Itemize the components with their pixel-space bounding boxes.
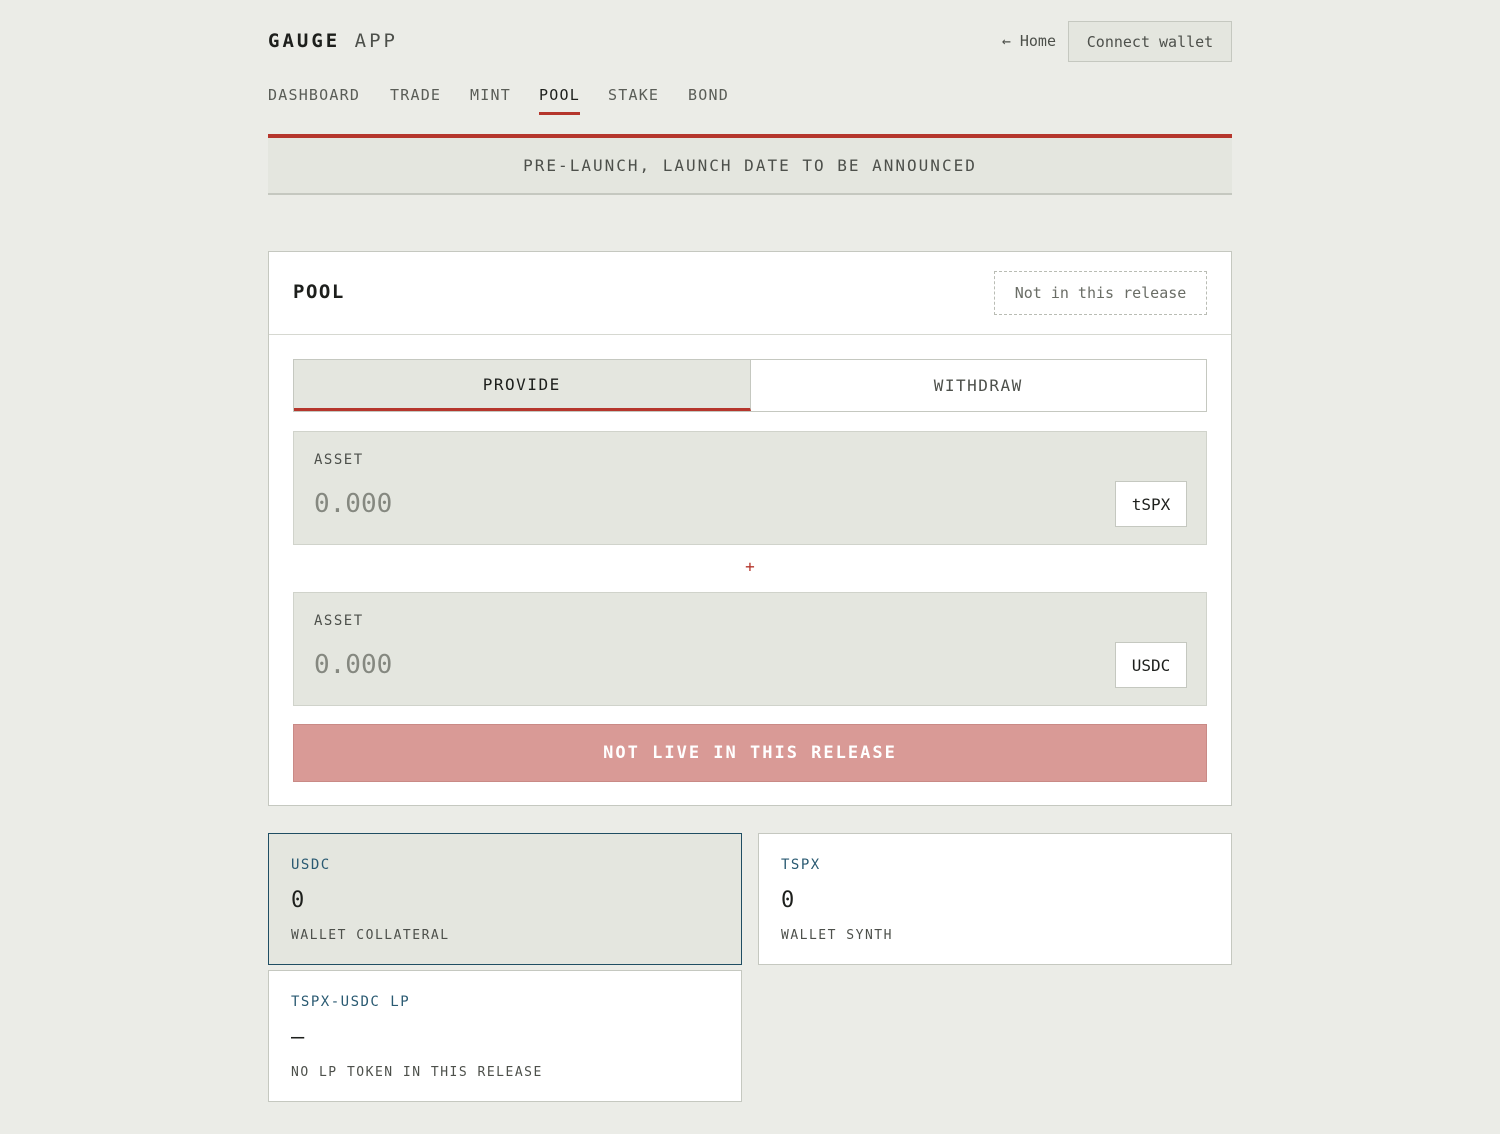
asset-input-box-tspx: ASSET tSPX xyxy=(293,431,1207,545)
header: GAUGE APP ← Home Connect wallet xyxy=(268,21,1232,62)
balance-caption: WALLET COLLATERAL xyxy=(291,928,450,943)
home-link[interactable]: ← Home xyxy=(1002,32,1056,50)
asset-amount-input-usdc[interactable] xyxy=(314,647,1014,683)
pool-tabs: PROVIDE WITHDRAW xyxy=(293,359,1207,412)
balance-caption: WALLET SYNTH xyxy=(781,928,893,943)
pool-card: POOL Not in this release PROVIDE WITHDRA… xyxy=(268,251,1232,806)
balance-symbol: TSPX xyxy=(781,857,821,873)
nav-item-trade[interactable]: TRADE xyxy=(390,86,441,112)
balance-symbol: USDC xyxy=(291,857,331,873)
provide-liquidity-button[interactable]: NOT LIVE IN THIS RELEASE xyxy=(293,724,1207,782)
banner-text: PRE-LAUNCH, LAUNCH DATE TO BE ANNOUNCED xyxy=(523,156,977,175)
release-status-badge: Not in this release xyxy=(994,271,1207,315)
tab-withdraw[interactable]: WITHDRAW xyxy=(750,360,1206,411)
token-select-button-tspx[interactable]: tSPX xyxy=(1115,481,1187,527)
balance-card-tspx[interactable]: TSPX 0 WALLET SYNTH xyxy=(758,833,1232,965)
balance-symbol: TSPX-USDC LP xyxy=(291,994,411,1010)
pool-card-header: POOL Not in this release xyxy=(269,252,1231,335)
nav-item-bond[interactable]: BOND xyxy=(688,86,729,112)
pool-title: POOL xyxy=(293,281,345,303)
nav-item-pool[interactable]: POOL xyxy=(539,86,580,115)
asset-input-box-usdc: ASSET USDC xyxy=(293,592,1207,706)
brand-name: GAUGE xyxy=(268,30,341,52)
asset-amount-input-tspx[interactable] xyxy=(314,486,1014,522)
connect-wallet-button[interactable]: Connect wallet xyxy=(1068,21,1232,62)
balance-value: 0 xyxy=(781,888,795,913)
balance-value: — xyxy=(291,1025,305,1050)
brand-logo: GAUGE APP xyxy=(268,30,398,52)
nav-item-dashboard[interactable]: DASHBOARD xyxy=(268,86,360,112)
balance-card-usdc[interactable]: USDC 0 WALLET COLLATERAL xyxy=(268,833,742,965)
nav-item-stake[interactable]: STAKE xyxy=(608,86,659,112)
balance-caption: NO LP TOKEN IN THIS RELEASE xyxy=(291,1065,543,1080)
brand-suffix: APP xyxy=(354,30,398,52)
tab-provide[interactable]: PROVIDE xyxy=(294,360,751,411)
token-select-button-usdc[interactable]: USDC xyxy=(1115,642,1187,688)
balance-card-lp[interactable]: TSPX-USDC LP — NO LP TOKEN IN THIS RELEA… xyxy=(268,970,742,1102)
nav-item-mint[interactable]: MINT xyxy=(470,86,511,112)
balance-value: 0 xyxy=(291,888,305,913)
plus-icon: + xyxy=(745,557,755,576)
asset-label: ASSET xyxy=(314,452,364,468)
asset-label: ASSET xyxy=(314,613,364,629)
prelaunch-banner: PRE-LAUNCH, LAUNCH DATE TO BE ANNOUNCED xyxy=(268,134,1232,195)
